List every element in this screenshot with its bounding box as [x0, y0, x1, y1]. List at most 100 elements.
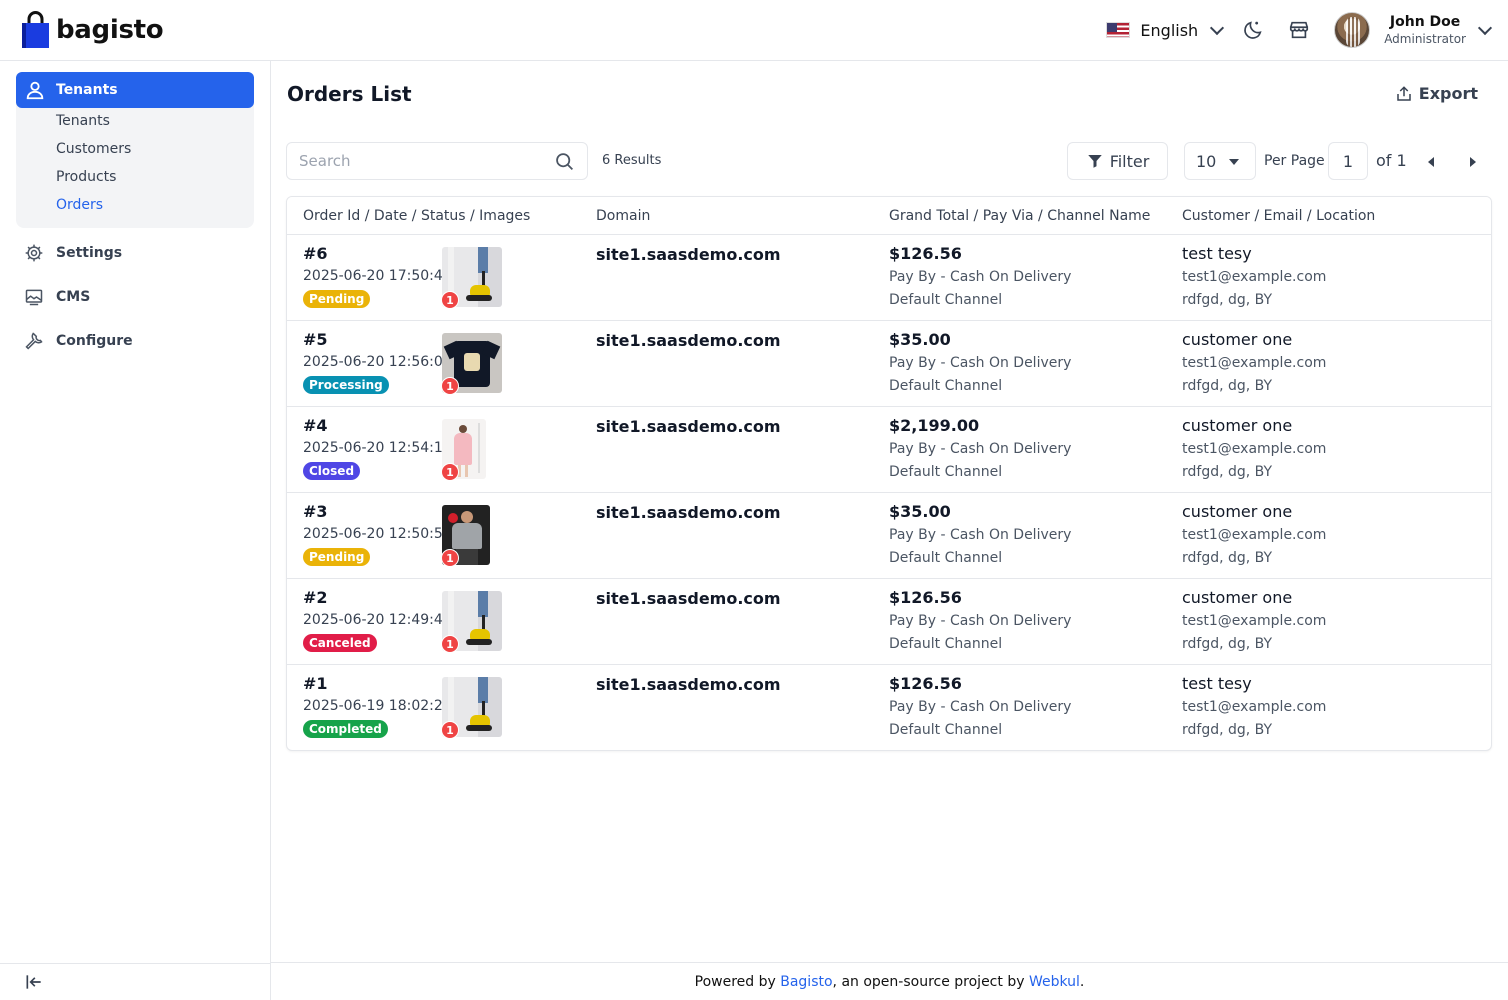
- wrench-icon: [25, 332, 43, 350]
- brand-name: bagisto: [56, 15, 164, 45]
- payment-method: Pay By - Cash On Delivery: [889, 269, 1072, 285]
- order-date: 2025-06-20 12:56:05: [303, 354, 452, 370]
- webkul-link[interactable]: Webkul: [1029, 974, 1080, 990]
- customer-name: customer one: [1182, 502, 1293, 521]
- table-row[interactable]: #2 2025-06-20 12:49:42 Canceled 1 site1.saas…: [287, 579, 1491, 665]
- customer-name: test tesy: [1182, 244, 1252, 263]
- status-badge: Processing: [303, 376, 389, 394]
- customer-name: customer one: [1182, 330, 1293, 349]
- table-row[interactable]: #4 2025-06-20 12:54:19 Closed 1 site1.saasde…: [287, 407, 1491, 493]
- product-image[interactable]: 1: [441, 677, 502, 739]
- table-row[interactable]: #6 2025-06-20 17:50:42 Pending 1 site1.saasd…: [287, 235, 1491, 321]
- channel-name: Default Channel: [889, 464, 1003, 480]
- column-header-customer[interactable]: Customer / Email / Location: [1182, 208, 1375, 224]
- submenu-orders[interactable]: Orders: [56, 197, 103, 213]
- customer-location: rdfgd, dg, BY: [1182, 292, 1273, 308]
- order-domain: site1.saasdemo.com: [596, 245, 781, 264]
- order-id[interactable]: #4: [303, 417, 452, 435]
- results-count: 6 Results: [602, 153, 662, 168]
- dark-mode-toggle[interactable]: [1242, 19, 1264, 41]
- order-id[interactable]: #3: [303, 503, 452, 521]
- channel-name: Default Channel: [889, 550, 1003, 566]
- image-count-badge: 1: [441, 463, 459, 481]
- brand-logo[interactable]: bagisto: [21, 11, 164, 49]
- submenu-tenants[interactable]: Tenants: [56, 113, 110, 129]
- product-image[interactable]: 1: [441, 591, 502, 653]
- status-badge: Canceled: [303, 634, 377, 652]
- filter-button[interactable]: Filter: [1067, 142, 1168, 180]
- sidebar-item-configure[interactable]: Configure: [24, 331, 133, 351]
- grand-total: $126.56: [889, 244, 962, 263]
- search-box: [286, 142, 588, 180]
- order-date: 2025-06-20 12:50:53: [303, 526, 452, 542]
- caret-down-icon: [1229, 159, 1239, 165]
- product-image[interactable]: 1: [441, 505, 490, 567]
- channel-name: Default Channel: [889, 378, 1003, 394]
- export-icon: [1397, 85, 1411, 101]
- status-badge: Pending: [303, 548, 371, 566]
- gear-icon: [25, 244, 43, 262]
- search-input[interactable]: [299, 152, 539, 170]
- column-header-domain[interactable]: Domain: [596, 208, 650, 224]
- prev-page-icon[interactable]: [1428, 157, 1434, 167]
- language-label: English: [1140, 20, 1199, 40]
- grand-total: $126.56: [889, 588, 962, 607]
- order-date: 2025-06-20 17:50:42: [303, 268, 452, 284]
- order-id[interactable]: #5: [303, 331, 452, 349]
- page-number-input[interactable]: 1: [1328, 142, 1368, 180]
- grand-total: $35.00: [889, 502, 951, 521]
- bagisto-link[interactable]: Bagisto: [780, 974, 832, 990]
- column-header-grand-total[interactable]: Grand Total / Pay Via / Channel Name: [889, 208, 1150, 224]
- shopping-bag-icon: [22, 11, 49, 48]
- image-count-badge: 1: [441, 377, 459, 395]
- table-row[interactable]: #3 2025-06-20 12:50:53 Pending 1 site1.saasd…: [287, 493, 1491, 579]
- sidebar-item-cms[interactable]: CMS: [24, 287, 90, 307]
- customer-location: rdfgd, dg, BY: [1182, 636, 1273, 652]
- user-icon: [26, 81, 44, 100]
- order-date: 2025-06-20 12:49:42: [303, 612, 452, 628]
- channel-name: Default Channel: [889, 722, 1003, 738]
- channel-name: Default Channel: [889, 292, 1003, 308]
- footer-suffix: .: [1079, 973, 1085, 990]
- image-count-badge: 1: [441, 549, 459, 567]
- image-count-badge: 1: [441, 721, 459, 739]
- order-date: 2025-06-19 18:02:29: [303, 698, 452, 714]
- collapse-sidebar-button[interactable]: [0, 963, 271, 1000]
- product-image[interactable]: 1: [441, 333, 502, 395]
- order-id[interactable]: #6: [303, 245, 452, 263]
- sidebar-item-settings[interactable]: Settings: [24, 243, 122, 263]
- collapse-left-icon: [26, 975, 41, 989]
- next-page-icon[interactable]: [1470, 157, 1476, 167]
- payment-method: Pay By - Cash On Delivery: [889, 441, 1072, 457]
- storefront-button[interactable]: [1288, 19, 1310, 41]
- submenu-products[interactable]: Products: [56, 169, 116, 185]
- order-id[interactable]: #2: [303, 589, 452, 607]
- column-header-order[interactable]: Order Id / Date / Status / Images: [303, 208, 530, 224]
- order-id[interactable]: #1: [303, 675, 452, 693]
- order-domain: site1.saasdemo.com: [596, 331, 781, 350]
- user-menu-chevron-icon[interactable]: [1477, 20, 1493, 35]
- table-row[interactable]: #1 2025-06-19 18:02:29 Completed 1 site1.saa…: [287, 665, 1491, 750]
- customer-email: test1@example.com: [1182, 269, 1327, 285]
- customer-email: test1@example.com: [1182, 355, 1327, 371]
- table-row[interactable]: #5 2025-06-20 12:56:05 Processing 1 site1.sa…: [287, 321, 1491, 407]
- export-label: Export: [1418, 84, 1478, 103]
- search-icon[interactable]: [554, 151, 575, 172]
- status-badge: Closed: [303, 462, 361, 480]
- orders-table: Order Id / Date / Status / Images Domain…: [286, 196, 1492, 751]
- customer-location: rdfgd, dg, BY: [1182, 378, 1273, 394]
- language-selector[interactable]: English: [1106, 20, 1225, 40]
- moon-icon: [1244, 21, 1262, 39]
- user-info[interactable]: John Doe Administrator: [1384, 14, 1466, 46]
- sidebar-item-tenants[interactable]: Tenants: [16, 72, 254, 108]
- product-image[interactable]: 1: [441, 247, 502, 309]
- submenu-customers[interactable]: Customers: [56, 141, 131, 157]
- product-image[interactable]: 1: [441, 419, 486, 481]
- customer-email: test1@example.com: [1182, 699, 1327, 715]
- payment-method: Pay By - Cash On Delivery: [889, 527, 1072, 543]
- sidebar-item-label: CMS: [56, 289, 91, 305]
- customer-name: test tesy: [1182, 674, 1252, 693]
- per-page-select[interactable]: 10: [1184, 142, 1256, 180]
- avatar[interactable]: [1334, 12, 1371, 48]
- export-button[interactable]: Export: [1395, 84, 1478, 103]
